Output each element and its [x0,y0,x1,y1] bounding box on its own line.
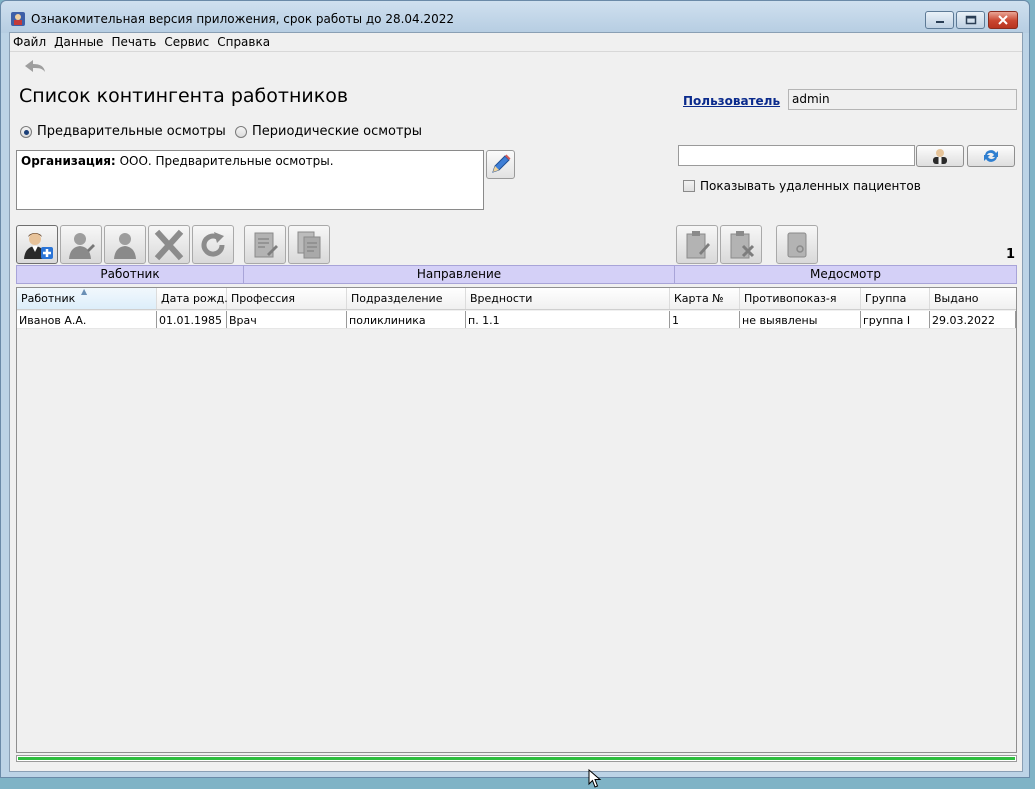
client-area: Файл Данные Печать Сервис Справка Список… [9,32,1023,788]
radio-button-checked[interactable] [20,125,32,138]
maximize-button[interactable] [956,11,985,29]
refresh-button[interactable] [967,145,1015,167]
mouse-cursor-icon [588,769,602,788]
add-worker-button[interactable] [16,225,58,264]
group-medical-exam: Медосмотр [810,267,881,281]
group-direction: Направление [244,266,675,283]
cell-department: поликлиника [347,311,466,328]
document-edit-button[interactable] [244,225,286,264]
delete-icon [154,229,184,260]
user-search-button[interactable] [916,145,964,167]
view-worker-button[interactable] [104,225,146,264]
radio-periodic[interactable]: Периодические осмотры [235,124,422,139]
maximize-icon [965,15,976,25]
column-issued[interactable]: Выдано [930,288,1016,309]
medical-card-delete-button[interactable] [720,225,762,264]
window-title: Ознакомительная версия приложения, срок … [31,12,455,26]
table-row[interactable]: Иванов А.А. 01.01.1985 Врач поликлиника … [17,311,1016,329]
column-hazards[interactable]: Вредности [466,288,670,309]
radio-preliminary-label: Предварительные осмотры [37,124,226,139]
grid-group-header: Работник Направление Медосмотр [16,265,1017,284]
pencil-icon [492,154,511,173]
document-copy-button[interactable] [288,225,330,264]
minimize-button[interactable] [925,11,954,29]
cell-card-number: 1 [670,311,740,328]
organization-box[interactable]: Организация: ООО. Предварительные осмотр… [16,150,484,210]
organization-label: Организация: [21,154,116,168]
menu-data[interactable]: Данные [54,35,103,49]
add-user-icon [24,232,53,259]
cell-issued: 29.03.2022 [930,311,1016,328]
radio-preliminary[interactable]: Предварительные осмотры [20,124,226,139]
column-birth-date[interactable]: Дата рожд. [157,288,228,309]
show-deleted-label: Показывать удаленных пациентов [700,179,921,193]
user-search-icon [933,149,947,164]
close-button[interactable] [988,11,1018,29]
clipboard-delete-icon [730,230,755,258]
page-title: Список контингента работников [19,85,349,107]
app-icon [11,12,25,26]
progress-fill [18,757,1015,760]
cell-worker: Иванов А.А. [17,311,157,328]
radio-button-unchecked[interactable] [235,125,247,138]
refresh-icon [201,231,225,257]
app-window: Ознакомительная версия приложения, срок … [0,0,1030,788]
table-header: ▲ Работник Дата рожд. Профессия Подразде… [17,287,1016,310]
column-profession[interactable]: Профессия [227,288,347,309]
clipboard-edit-icon [686,230,710,258]
edit-organization-button[interactable] [486,150,515,179]
radio-periodic-label: Периодические осмотры [252,124,423,139]
minimize-icon [935,21,944,23]
show-deleted-option[interactable]: Показывать удаленных пациентов [683,179,921,193]
cell-profession: Врач [227,311,347,328]
user-link[interactable]: Пользователь [683,94,780,108]
menu-service[interactable]: Сервис [164,35,209,49]
user-field: admin [788,89,1017,110]
back-arrow-icon[interactable] [22,57,48,75]
column-worker-label: Работник [21,292,76,305]
cell-hazards: п. 1.1 [466,311,670,328]
restore-worker-button[interactable] [192,225,234,264]
medical-card-edit-button[interactable] [676,225,718,264]
certificate-button[interactable] [776,225,818,264]
document-copy-icon [297,231,321,258]
sort-ascending-icon: ▲ [81,287,88,296]
organization-value: ООО. Предварительные осмотры. [119,154,334,168]
group-worker: Работник [17,266,244,283]
refresh-icon [984,150,998,162]
document-edit-icon [254,232,278,257]
search-input[interactable] [678,145,915,166]
cell-birth-date: 01.01.1985 [157,311,227,328]
menu-print[interactable]: Печать [111,35,156,49]
show-deleted-checkbox[interactable] [683,180,695,192]
column-department[interactable]: Подразделение [347,288,466,309]
edit-user-icon [69,232,95,259]
close-icon [998,15,1008,25]
menu-help[interactable]: Справка [217,35,270,49]
column-worker[interactable]: ▲ Работник [17,287,157,309]
delete-worker-button[interactable] [148,225,190,264]
user-icon [114,232,136,259]
title-bar[interactable]: Ознакомительная версия приложения, срок … [1,1,1029,33]
column-contraindications[interactable]: Противопоказ-я [740,288,861,309]
workers-table: ▲ Работник Дата рожд. Профессия Подразде… [16,287,1017,788]
menu-bar: Файл Данные Печать Сервис Справка [10,33,1022,52]
cell-group: группа I [861,311,930,328]
column-card-number[interactable]: Карта № [670,288,740,309]
column-group[interactable]: Группа [861,288,930,309]
edit-worker-button[interactable] [60,225,102,264]
record-count: 1 [1006,247,1016,262]
menu-file[interactable]: Файл [13,35,46,49]
progress-bar [16,755,1017,762]
cell-contraindications: не выявлены [740,311,861,328]
certificate-icon [787,232,807,257]
